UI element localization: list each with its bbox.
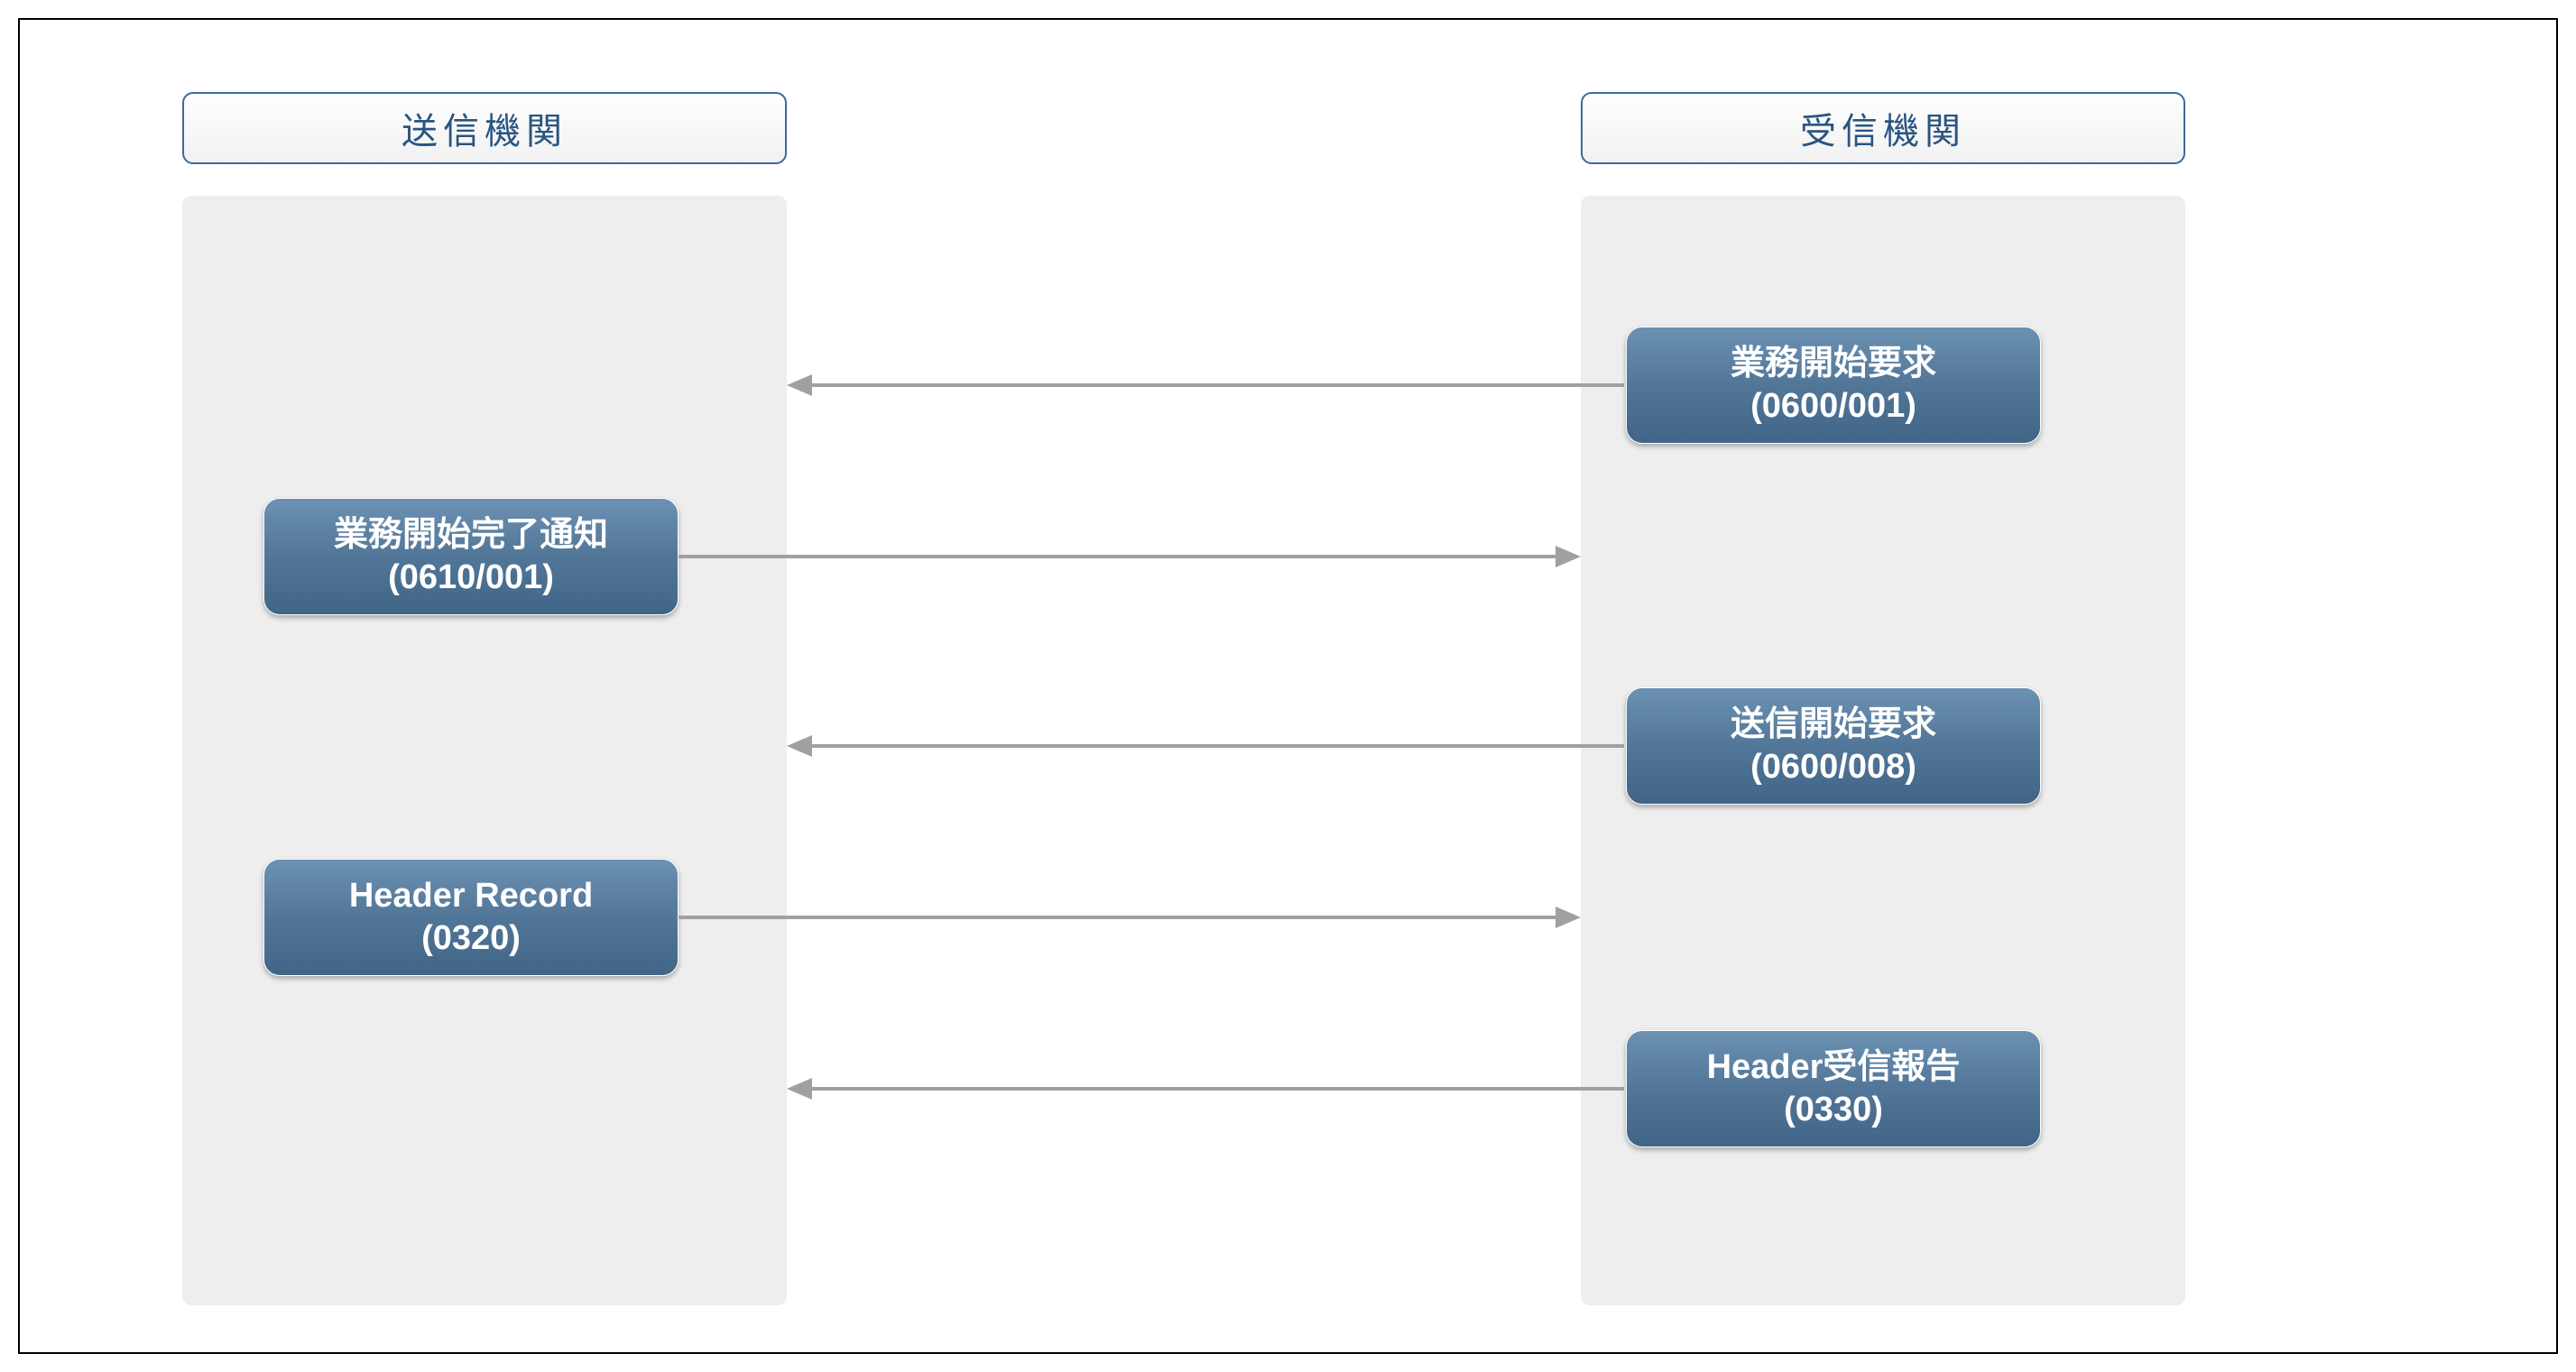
msg3-line1: 送信開始要求	[1731, 704, 1936, 747]
arrow-head-m3	[787, 735, 812, 757]
msg4-line1: Header Record	[349, 875, 593, 918]
msg5-line1: Header受信報告	[1707, 1046, 1961, 1090]
msg5-line2: (0330)	[1784, 1089, 1883, 1132]
msg4-line2: (0320)	[421, 917, 521, 961]
left-lane-title: 送信機関	[402, 102, 568, 154]
arrow-head-m5	[787, 1078, 812, 1100]
right-lane-title: 受信機関	[1800, 102, 1966, 154]
msg-box-business-start-request: 業務開始要求 (0600/001)	[1626, 327, 2041, 444]
right-lane-header: 受信機関	[1581, 92, 2185, 164]
arrow-m3	[812, 744, 1624, 748]
arrow-head-m2	[1556, 546, 1581, 567]
diagram-frame: 送信機関 受信機関 業務開始要求 (0600/001) 業務開始完了通知 (06…	[18, 18, 2558, 1354]
arrow-head-m1	[787, 374, 812, 396]
left-lane-body	[182, 196, 787, 1305]
left-lane-header: 送信機関	[182, 92, 787, 164]
msg-box-send-start-request: 送信開始要求 (0600/008)	[1626, 687, 2041, 805]
arrow-m1	[812, 383, 1624, 387]
msg-box-header-receive-report: Header受信報告 (0330)	[1626, 1030, 2041, 1147]
msg1-line2: (0600/001)	[1750, 385, 1916, 428]
msg-box-business-start-complete: 業務開始完了通知 (0610/001)	[263, 498, 679, 615]
arrow-m5	[812, 1087, 1624, 1091]
msg3-line2: (0600/008)	[1750, 746, 1916, 789]
msg2-line1: 業務開始完了通知	[334, 514, 608, 557]
msg2-line2: (0610/001)	[388, 557, 554, 600]
arrow-m2	[679, 555, 1556, 558]
arrow-head-m4	[1556, 907, 1581, 928]
msg-box-header-record: Header Record (0320)	[263, 859, 679, 976]
arrow-m4	[679, 916, 1556, 919]
msg1-line1: 業務開始要求	[1731, 343, 1936, 386]
